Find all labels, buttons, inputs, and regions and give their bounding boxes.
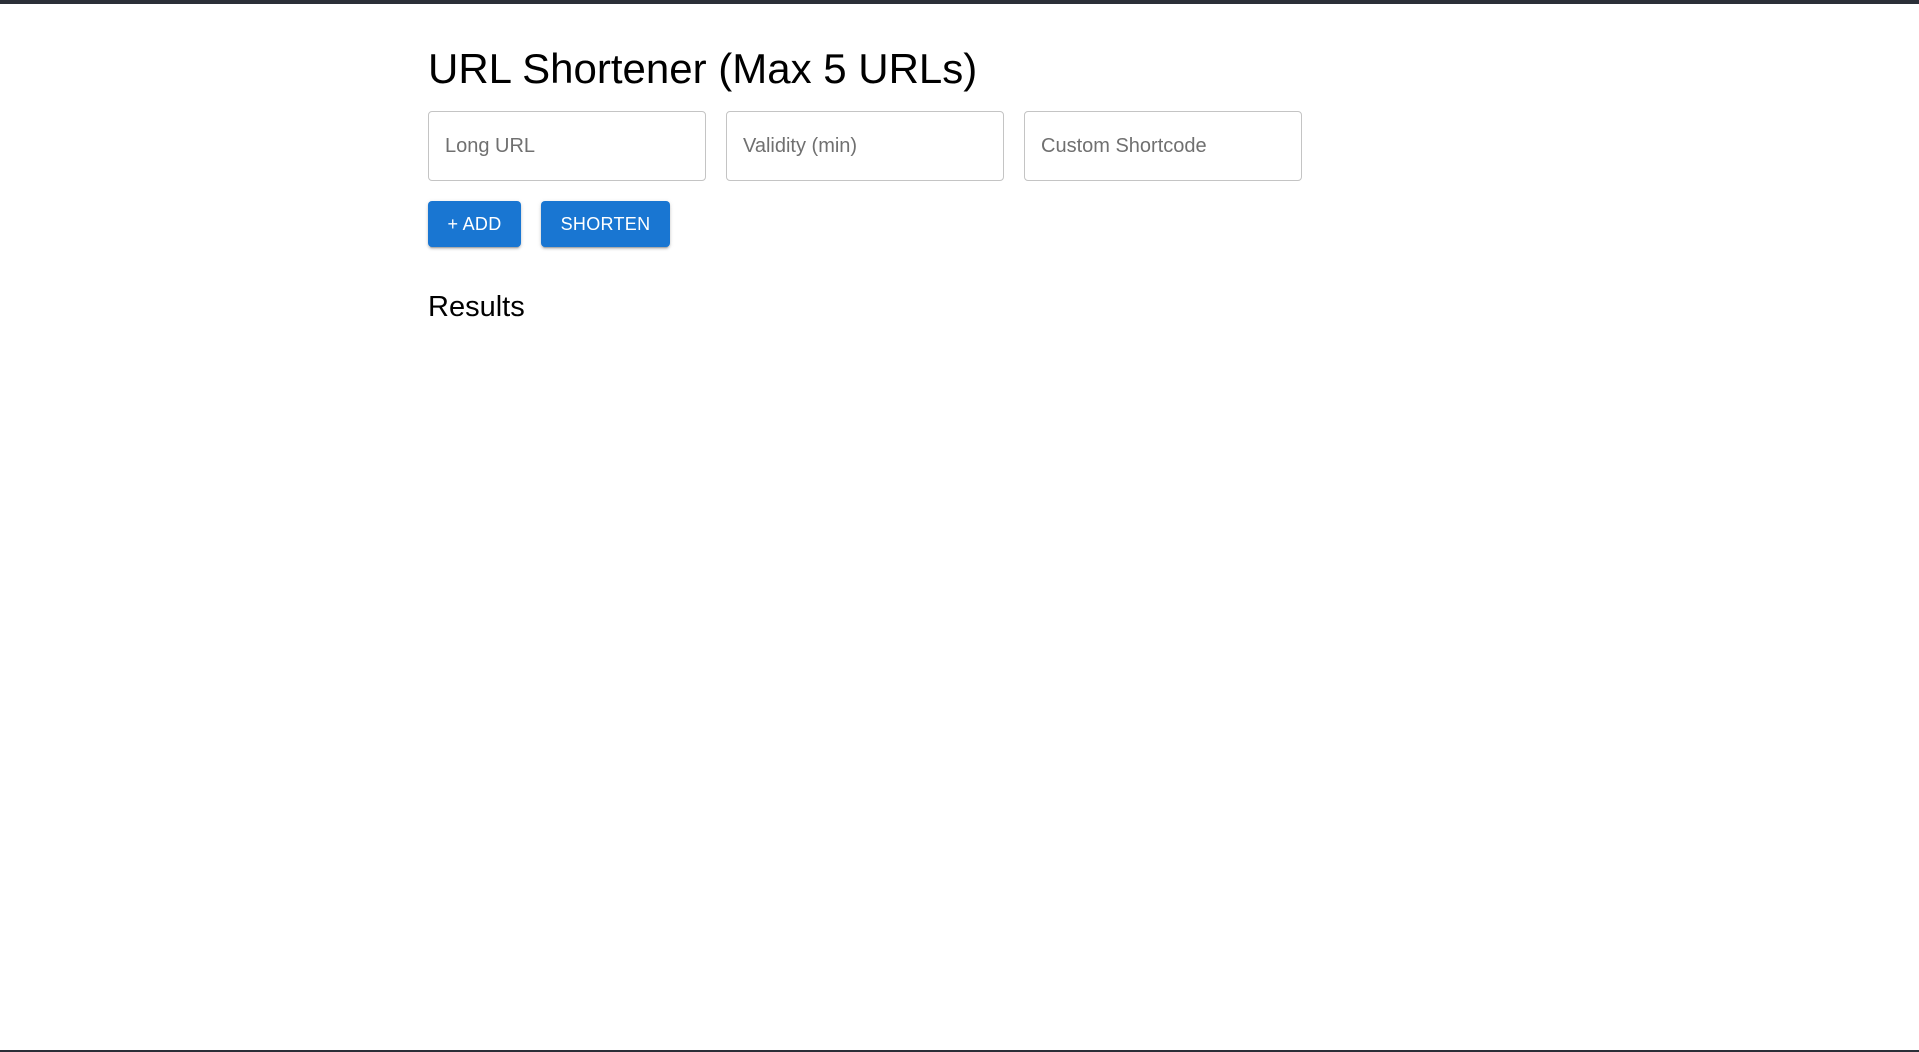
add-url-button[interactable]: + ADD <box>428 201 521 247</box>
custom-shortcode-input[interactable] <box>1024 111 1302 181</box>
results-heading: Results <box>428 291 525 323</box>
long-url-input[interactable] <box>428 111 706 181</box>
validity-input[interactable] <box>726 111 1004 181</box>
shorten-button[interactable]: SHORTEN <box>541 201 670 247</box>
window-top-border <box>0 0 1919 4</box>
page-title: URL Shortener (Max 5 URLs) <box>428 45 978 92</box>
